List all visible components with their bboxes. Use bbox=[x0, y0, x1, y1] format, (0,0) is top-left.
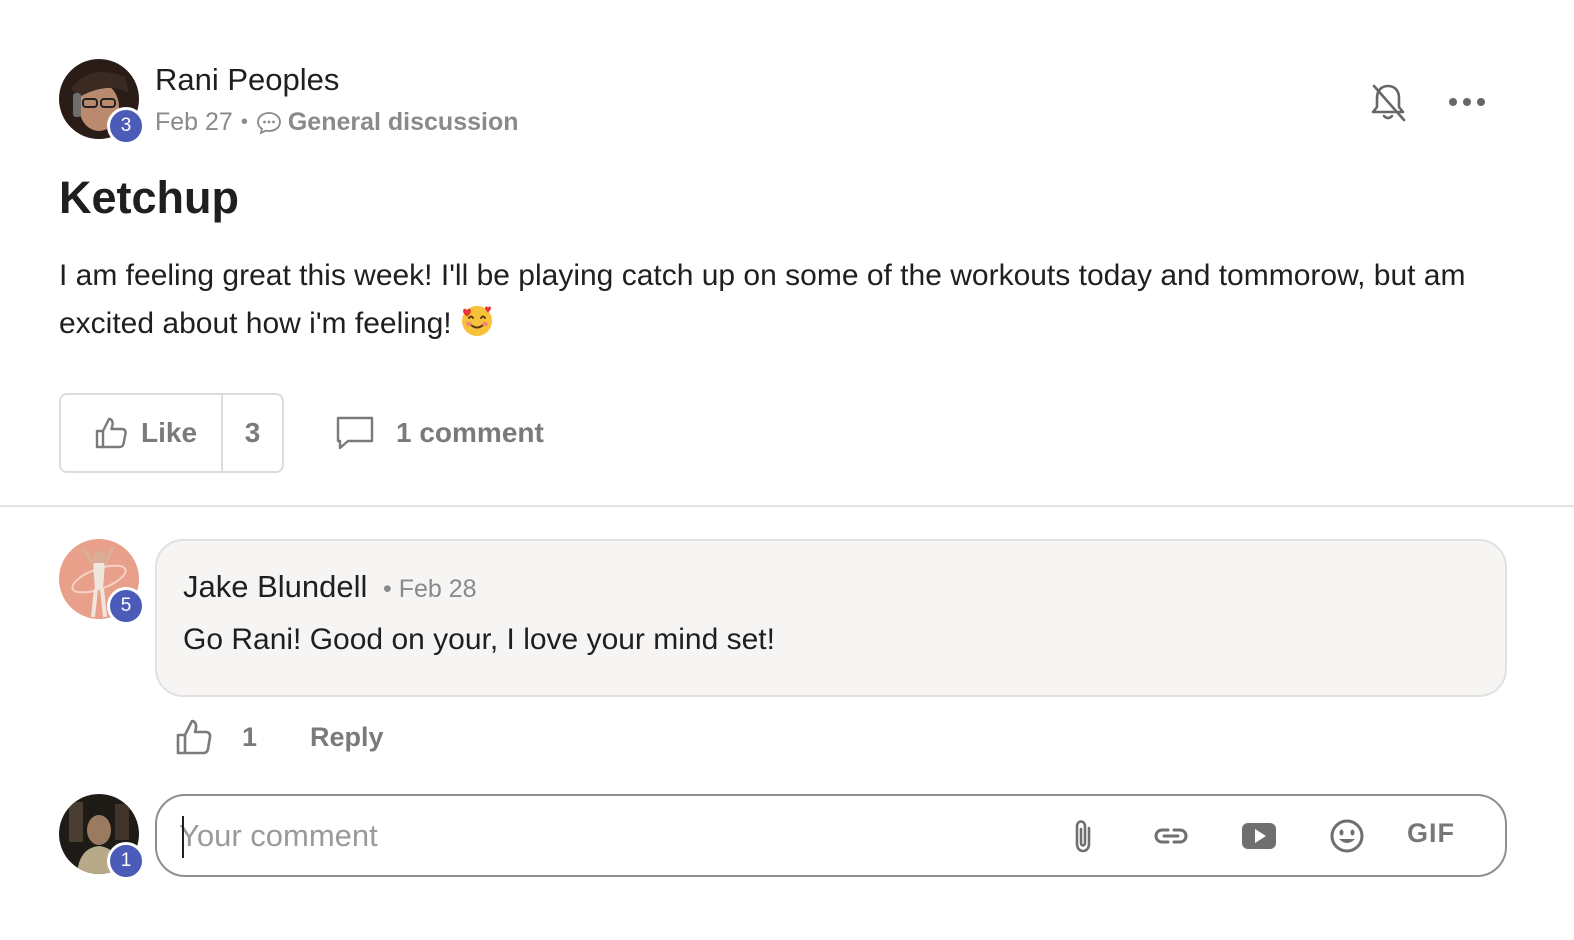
divider bbox=[0, 505, 1574, 507]
comment-date: • Feb 28 bbox=[383, 575, 477, 603]
author-level-badge: 3 bbox=[107, 107, 145, 145]
comment-icon bbox=[336, 416, 374, 450]
current-user-level-badge: 1 bbox=[107, 842, 145, 880]
comments-button[interactable]: 1 comment bbox=[334, 412, 544, 454]
commenter-level-badge: 5 bbox=[107, 587, 145, 625]
post-body: I am feeling great this week! I'll be pl… bbox=[59, 252, 1519, 348]
text-caret bbox=[182, 816, 184, 858]
like-label: Like bbox=[141, 417, 198, 448]
thumbs-up-icon[interactable] bbox=[174, 717, 214, 757]
post-meta: Feb 27 • General discussion bbox=[155, 108, 519, 137]
smiling-face-with-hearts-icon bbox=[460, 304, 494, 338]
comment-bubble: Jake Blundell • Feb 28 Go Rani! Good on … bbox=[155, 539, 1507, 697]
thumbs-up-icon bbox=[95, 417, 127, 449]
emoji-icon[interactable] bbox=[1327, 816, 1367, 856]
reply-button[interactable]: Reply bbox=[310, 722, 384, 753]
comment-like-count: 1 bbox=[242, 722, 258, 752]
like-button[interactable]: Like bbox=[61, 395, 223, 471]
like-box: Like 3 bbox=[59, 393, 284, 473]
post-title: Ketchup bbox=[59, 172, 239, 223]
gif-button[interactable]: GIF bbox=[1407, 818, 1455, 849]
comment-input[interactable] bbox=[179, 812, 1039, 860]
post-date: Feb 27 bbox=[155, 108, 233, 136]
like-count[interactable]: 3 bbox=[223, 395, 282, 471]
post-body-text: I am feeling great this week! I'll be pl… bbox=[59, 259, 1466, 340]
meta-separator: • bbox=[240, 111, 248, 133]
post-category-link[interactable]: General discussion bbox=[288, 108, 519, 137]
bell-off-icon[interactable] bbox=[1366, 80, 1410, 124]
speech-bubble-icon bbox=[256, 110, 282, 136]
comment-text: Go Rani! Good on your, I love your mind … bbox=[183, 623, 775, 656]
more-options-icon[interactable] bbox=[1444, 86, 1490, 118]
commenter-name[interactable]: Jake Blundell bbox=[183, 569, 367, 605]
author-name[interactable]: Rani Peoples bbox=[155, 62, 339, 98]
comment-composer: GIF bbox=[155, 794, 1507, 877]
video-icon[interactable] bbox=[1239, 816, 1279, 856]
post-card: 3 Rani Peoples Feb 27 • General discussi… bbox=[0, 0, 1574, 940]
attachment-icon[interactable] bbox=[1063, 816, 1103, 856]
comment-count-label: 1 comment bbox=[396, 417, 544, 448]
link-icon[interactable] bbox=[1151, 816, 1191, 856]
